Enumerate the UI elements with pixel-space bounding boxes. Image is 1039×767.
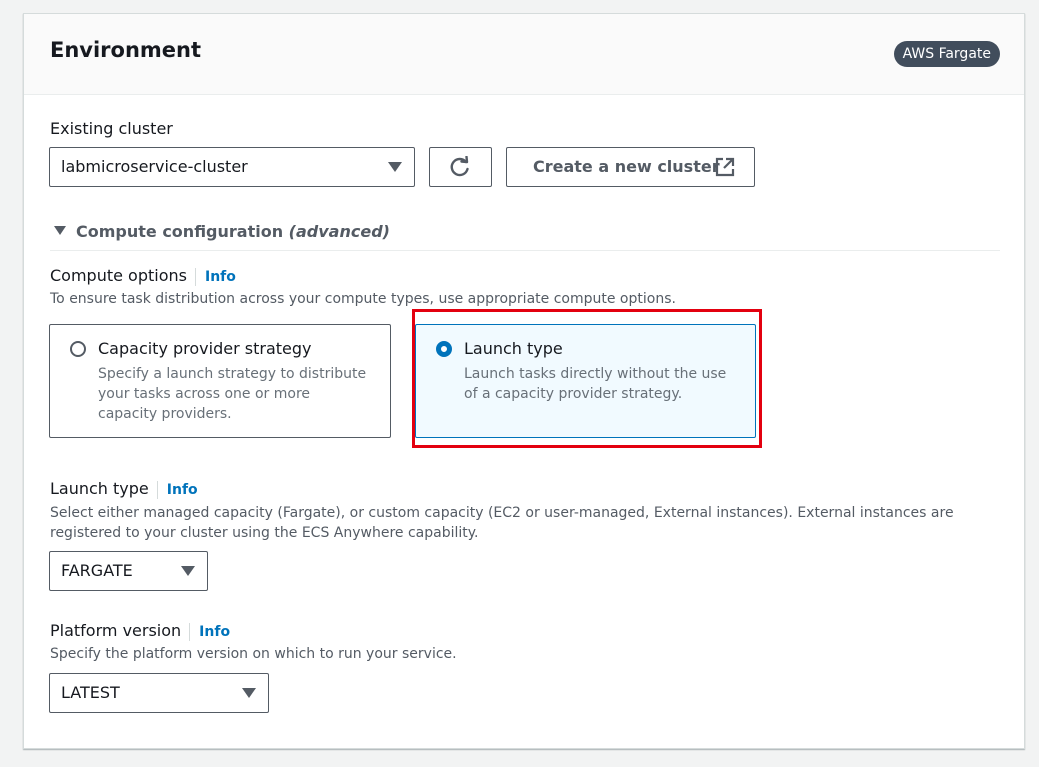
platform-version-description: Specify the platform version on which to… bbox=[50, 646, 457, 662]
fargate-badge: AWS Fargate bbox=[893, 41, 1000, 67]
tile-capacity-provider-strategy[interactable]: Capacity provider strategy Specify a lau… bbox=[49, 324, 391, 438]
panel-header: Environment AWS Fargate bbox=[24, 14, 1024, 95]
platform-version-heading: Platform version Info bbox=[50, 621, 230, 641]
compute-options-heading: Compute options Info bbox=[50, 266, 236, 286]
caret-down-icon bbox=[54, 226, 66, 235]
create-cluster-button[interactable]: Create a new cluster bbox=[506, 147, 755, 187]
caret-down-icon bbox=[242, 688, 256, 698]
platform-version-select[interactable]: LATEST bbox=[49, 673, 269, 713]
environment-panel: Environment AWS Fargate Existing cluster… bbox=[23, 13, 1025, 749]
section-title: Environment bbox=[50, 38, 202, 62]
platform-version-info-link[interactable]: Info bbox=[189, 623, 230, 641]
launch-type-heading: Launch type Info bbox=[50, 479, 198, 499]
launch-type-select[interactable]: FARGATE bbox=[49, 551, 208, 591]
compute-options-label: Compute options bbox=[50, 266, 187, 285]
cluster-select-value: labmicroservice-cluster bbox=[61, 157, 248, 176]
existing-cluster-label: Existing cluster bbox=[50, 119, 173, 138]
radio-capacity-provider-strategy[interactable] bbox=[70, 341, 86, 357]
external-link-icon bbox=[715, 157, 735, 177]
platform-version-select-value: LATEST bbox=[61, 683, 120, 702]
caret-down-icon bbox=[388, 162, 402, 172]
launch-type-label: Launch type bbox=[50, 479, 149, 498]
tile-description: Specify a launch strategy to distribute … bbox=[98, 366, 367, 422]
compute-options-description: To ensure task distribution across your … bbox=[50, 291, 676, 307]
platform-version-label: Platform version bbox=[50, 621, 182, 640]
compute-configuration-toggle[interactable]: Compute configuration (advanced) bbox=[54, 222, 390, 241]
refresh-button[interactable] bbox=[429, 147, 492, 187]
create-cluster-label: Create a new cluster bbox=[533, 157, 720, 176]
cluster-select[interactable]: labmicroservice-cluster bbox=[49, 147, 415, 187]
launch-type-info-link[interactable]: Info bbox=[156, 481, 198, 499]
refresh-icon bbox=[450, 156, 469, 177]
compute-options-info-link[interactable]: Info bbox=[194, 268, 236, 286]
launch-type-description: Select either managed capacity (Fargate)… bbox=[50, 505, 954, 541]
annotation-highlight-box bbox=[412, 309, 762, 448]
compute-configuration-title: Compute configuration bbox=[76, 222, 284, 241]
divider bbox=[50, 250, 1000, 251]
tile-label: Capacity provider strategy bbox=[98, 339, 312, 358]
launch-type-select-value: FARGATE bbox=[61, 561, 133, 580]
caret-down-icon bbox=[181, 566, 195, 576]
compute-configuration-suffix: (advanced) bbox=[288, 222, 390, 241]
